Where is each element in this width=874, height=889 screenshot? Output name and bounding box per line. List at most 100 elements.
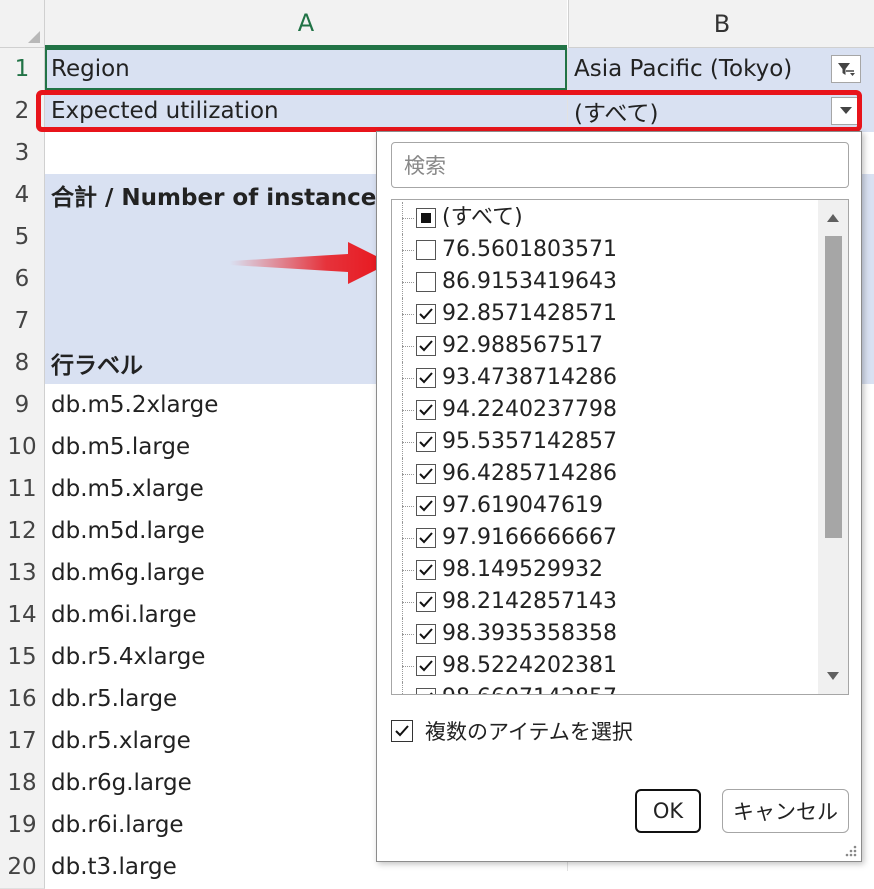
item-checkbox[interactable] — [416, 560, 436, 580]
filter-list-item[interactable]: 96.4285714286 — [392, 458, 818, 490]
item-label: 96.4285714286 — [442, 461, 617, 486]
tree-line — [402, 282, 414, 283]
checkmark-icon — [419, 532, 433, 544]
ok-button[interactable]: OK — [635, 789, 701, 833]
scroll-up-icon[interactable] — [827, 214, 839, 222]
item-label: 98.149529932 — [442, 557, 603, 582]
filter-list-item[interactable]: (すべて) — [392, 202, 818, 234]
item-checkbox[interactable] — [416, 464, 436, 484]
row-header[interactable]: 3 — [0, 132, 45, 175]
annotation-arrow — [230, 242, 390, 284]
row-header[interactable]: 10 — [0, 426, 45, 469]
tree-line — [402, 378, 414, 379]
multi-select-label: 複数のアイテムを選択 — [425, 720, 633, 744]
scroll-down-icon[interactable] — [827, 672, 839, 680]
cell-b[interactable]: Asia Pacific (Tokyo) — [568, 48, 874, 90]
tree-line — [402, 410, 414, 411]
cancel-button[interactable]: キャンセル — [722, 789, 849, 833]
row-header[interactable]: 13 — [0, 552, 45, 595]
checkmark-icon — [419, 340, 433, 352]
item-checkbox[interactable] — [416, 528, 436, 548]
checkmark-icon — [419, 596, 433, 608]
checkmark-icon — [419, 500, 433, 512]
multi-select-option[interactable]: 複数のアイテムを選択 — [391, 715, 633, 747]
tree-line — [402, 442, 414, 443]
row-header[interactable]: 14 — [0, 594, 45, 637]
tree-line — [402, 634, 414, 635]
column-header-b[interactable]: B — [568, 0, 874, 48]
row-header[interactable]: 6 — [0, 258, 45, 301]
item-checkbox[interactable] — [416, 208, 436, 228]
filter-list-item[interactable]: 98.2142857143 — [392, 586, 818, 618]
row-header[interactable]: 4 — [0, 174, 45, 217]
row-header[interactable]: 17 — [0, 720, 45, 763]
multi-select-checkbox[interactable] — [391, 720, 413, 742]
item-checkbox[interactable] — [416, 400, 436, 420]
filter-list-item[interactable]: 93.4738714286 — [392, 362, 818, 394]
filter-list-item[interactable]: 76.5601803571 — [392, 234, 818, 266]
item-label: 86.9153419643 — [442, 269, 617, 294]
item-label: 98.2142857143 — [442, 589, 617, 614]
filter-list-item[interactable]: 98.6607142857 — [392, 682, 818, 694]
item-checkbox[interactable] — [416, 688, 436, 694]
tree-line — [402, 346, 414, 347]
select-all-corner[interactable] — [0, 0, 45, 48]
checkmark-icon — [395, 725, 409, 737]
row-header[interactable]: 16 — [0, 678, 45, 721]
item-checkbox[interactable] — [416, 496, 436, 516]
item-label: 94.2240237798 — [442, 397, 617, 422]
filter-value-list[interactable]: (すべて) 76.5601803571 86.9153419643 92.857142… — [391, 199, 849, 695]
item-checkbox[interactable] — [416, 304, 436, 324]
resize-grip-icon[interactable] — [843, 843, 857, 857]
row-header[interactable]: 7 — [0, 300, 45, 343]
tree-line — [402, 538, 414, 539]
item-checkbox[interactable] — [416, 656, 436, 676]
row-header[interactable]: 15 — [0, 636, 45, 679]
filter-list-item[interactable]: 92.8571428571 — [392, 298, 818, 330]
filter-list-item[interactable]: 86.9153419643 — [392, 266, 818, 298]
tree-line — [402, 218, 414, 219]
row-header[interactable]: 19 — [0, 804, 45, 847]
row-header[interactable]: 11 — [0, 468, 45, 511]
filter-list-item[interactable]: 98.5224202381 — [392, 650, 818, 682]
filter-list-item[interactable]: 98.149529932 — [392, 554, 818, 586]
item-checkbox[interactable] — [416, 432, 436, 452]
item-label: 98.3935358358 — [442, 621, 617, 646]
checkmark-icon — [419, 436, 433, 448]
item-label: 92.988567517 — [442, 333, 603, 358]
filter-list-item[interactable]: 95.5357142857 — [392, 426, 818, 458]
row-header[interactable]: 12 — [0, 510, 45, 553]
checkmark-icon — [419, 308, 433, 320]
row-header[interactable]: 1 — [0, 48, 45, 91]
row-header[interactable]: 20 — [0, 846, 45, 889]
tree-line — [402, 314, 414, 315]
row-header[interactable]: 18 — [0, 762, 45, 805]
list-scrollbar[interactable] — [818, 200, 848, 694]
row-header[interactable]: 5 — [0, 216, 45, 259]
item-label: 95.5357142857 — [442, 429, 617, 454]
item-checkbox[interactable] — [416, 592, 436, 612]
column-header-a[interactable]: A — [45, 0, 567, 48]
item-label: 98.5224202381 — [442, 653, 617, 678]
tree-line — [402, 602, 414, 603]
filter-list-item[interactable]: 98.3935358358 — [392, 618, 818, 650]
item-checkbox[interactable] — [416, 624, 436, 644]
item-checkbox[interactable] — [416, 272, 436, 292]
search-input[interactable]: 検索 — [391, 142, 849, 188]
checkmark-icon — [419, 468, 433, 480]
item-checkbox[interactable] — [416, 336, 436, 356]
filter-list-item[interactable]: 92.988567517 — [392, 330, 818, 362]
tree-line — [402, 474, 414, 475]
row-header[interactable]: 8 — [0, 342, 45, 385]
filter-list-item[interactable]: 94.2240237798 — [392, 394, 818, 426]
tree-line — [402, 250, 414, 251]
cell-a[interactable]: Region — [45, 48, 567, 90]
filter-list-item[interactable]: 97.619047619 — [392, 490, 818, 522]
filter-list-item[interactable]: 97.9166666667 — [392, 522, 818, 554]
row-header[interactable]: 9 — [0, 384, 45, 427]
scrollbar-thumb[interactable] — [825, 236, 842, 538]
checkmark-icon — [419, 372, 433, 384]
filter-applied-icon[interactable] — [831, 55, 861, 83]
item-checkbox[interactable] — [416, 368, 436, 388]
item-checkbox[interactable] — [416, 240, 436, 260]
